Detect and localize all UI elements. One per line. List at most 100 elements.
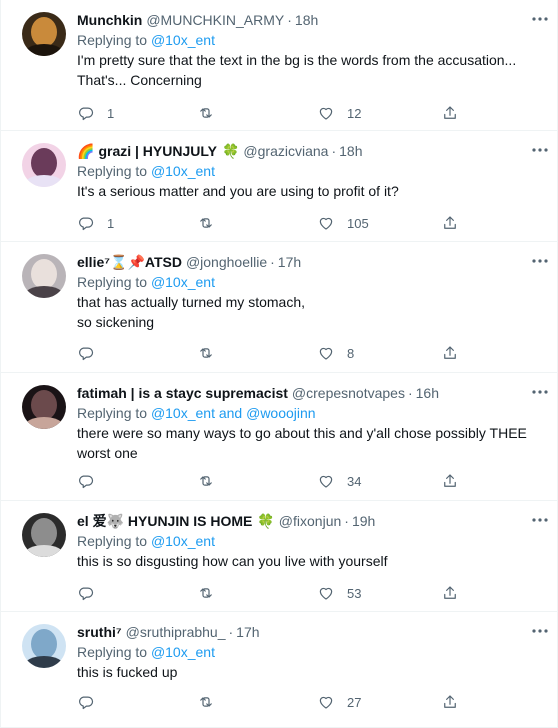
retweet-icon (200, 588, 212, 598)
tweet-text: there were so many ways to go about this… (77, 423, 543, 463)
display-name[interactable]: ellie⁷⌛📌ATSD (77, 254, 182, 271)
like-button[interactable]: 8 (317, 344, 354, 362)
user-handle[interactable]: @fixonjun (279, 513, 341, 529)
more-options-icon[interactable] (531, 143, 549, 155)
replying-to-mentions[interactable]: @10x_ent (151, 533, 215, 549)
reply-button[interactable]: 1 (77, 214, 114, 232)
name-emoji-suffix: 🍀 (257, 513, 275, 529)
like-button[interactable]: 27 (317, 693, 361, 711)
replying-to: Replying to @10x_ent (77, 531, 543, 551)
share-button[interactable] (441, 472, 459, 490)
avatar-image (22, 513, 66, 557)
retweet-button[interactable] (197, 344, 227, 362)
tweet-content: 🌈 grazi | HYUNJULY 🍀 @grazicviana · 18h Re… (77, 141, 543, 201)
replying-to-mentions[interactable]: @10x_ent and @wooojinn (151, 405, 316, 421)
more-options-icon[interactable] (531, 624, 549, 636)
share-icon (444, 474, 456, 487)
tweet-text-line: That's... Concerning (77, 72, 202, 88)
avatar-image (22, 624, 66, 668)
user-handle[interactable]: @MUNCHKIN_ARMY (146, 12, 284, 28)
reply-button[interactable]: 1 (77, 104, 114, 122)
tweet-content: ellie⁷⌛📌ATSD @jonghoellie · 17h Replying… (77, 252, 543, 332)
heart-icon (319, 696, 333, 709)
timestamp[interactable]: 17h (236, 624, 259, 640)
like-button[interactable]: 12 (317, 104, 361, 122)
tweet[interactable]: ellie⁷⌛📌ATSD @jonghoellie · 17h Replying… (1, 242, 557, 373)
reply-button[interactable] (77, 584, 107, 602)
tweet[interactable]: el 爱🐺 HYUNJIN IS HOME 🍀 @fixonjun · 19h R… (1, 501, 557, 612)
tweet-text-line: that has actually turned my stomach, (77, 294, 305, 310)
avatar[interactable] (22, 385, 66, 429)
tweet-header: fatimah | is a stayc supremacist @crepes… (77, 383, 543, 403)
display-name[interactable]: fatimah | is a stayc supremacist (77, 385, 288, 401)
share-button[interactable] (441, 344, 459, 362)
retweet-button[interactable] (197, 214, 227, 232)
avatar[interactable] (22, 513, 66, 557)
user-handle[interactable]: @sruthiprabhu_ (126, 624, 226, 640)
more-options-icon[interactable] (531, 513, 549, 525)
share-icon (444, 216, 456, 229)
tweet[interactable]: 🌈 grazi | HYUNJULY 🍀 @grazicviana · 18h Re… (1, 131, 557, 242)
timestamp[interactable]: 19h (352, 513, 375, 529)
display-name[interactable]: 🌈 grazi | HYUNJULY 🍀 (77, 143, 239, 160)
more-options-icon[interactable] (531, 254, 549, 266)
more-options-icon[interactable] (531, 385, 549, 397)
reply-feed: Munchkin @MUNCHKIN_ARMY · 18h Replying t… (0, 0, 558, 728)
replying-to-mentions[interactable]: @10x_ent (151, 32, 215, 48)
heart-icon (319, 587, 333, 600)
timestamp[interactable]: 16h (416, 385, 439, 401)
reply-button[interactable] (77, 344, 107, 362)
replying-to-mentions[interactable]: @10x_ent (151, 644, 215, 660)
more-options-icon[interactable] (531, 12, 549, 24)
retweet-button[interactable] (197, 104, 227, 122)
share-icon (444, 586, 456, 599)
avatar[interactable] (22, 143, 66, 187)
replying-to-mentions[interactable]: @10x_ent (151, 163, 215, 179)
timestamp[interactable]: 17h (278, 254, 301, 270)
avatar-image (22, 385, 66, 429)
tweet-content: sruthi⁷ @sruthiprabhu_ · 17h Replying to… (77, 622, 543, 682)
user-handle[interactable]: @crepesnotvapes (292, 385, 405, 401)
tweet-actions: 1 105 (77, 214, 543, 232)
like-button[interactable]: 34 (317, 472, 361, 490)
like-button[interactable]: 53 (317, 584, 361, 602)
share-button[interactable] (441, 693, 459, 711)
timestamp[interactable]: 18h (295, 12, 318, 28)
reply-icon (79, 696, 94, 710)
tweet[interactable]: sruthi⁷ @sruthiprabhu_ · 17h Replying to… (1, 612, 557, 728)
replying-to-mentions[interactable]: @10x_ent (151, 274, 215, 290)
share-button[interactable] (441, 214, 459, 232)
reply-button[interactable] (77, 693, 107, 711)
tweet-header: 🌈 grazi | HYUNJULY 🍀 @grazicviana · 18h (77, 141, 543, 161)
heart-icon (319, 347, 333, 360)
tweet-text-line: worst one (77, 445, 138, 461)
tweet-actions: 8 (77, 344, 543, 362)
replying-to-label: Replying to (77, 405, 151, 421)
display-name[interactable]: el 爱🐺 HYUNJIN IS HOME 🍀 (77, 511, 275, 531)
tweet-text: It's a serious matter and you are using … (77, 181, 543, 201)
avatar-image (22, 254, 66, 298)
tweet-text: that has actually turned my stomach, so s… (77, 292, 543, 332)
tweet-content: Munchkin @MUNCHKIN_ARMY · 18h Replying t… (77, 10, 543, 90)
heart-icon (319, 217, 333, 230)
timestamp[interactable]: 18h (339, 143, 362, 159)
share-button[interactable] (441, 104, 459, 122)
tweet[interactable]: fatimah | is a stayc supremacist @crepes… (1, 373, 557, 501)
display-name-text: el 爱🐺 HYUNJIN IS HOME (77, 513, 253, 529)
retweet-button[interactable] (197, 584, 227, 602)
avatar[interactable] (22, 12, 66, 56)
display-name-text: ellie⁷⌛📌ATSD (77, 253, 182, 270)
display-name[interactable]: sruthi⁷ (77, 624, 122, 640)
avatar[interactable] (22, 254, 66, 298)
reply-button[interactable] (77, 472, 107, 490)
tweet[interactable]: Munchkin @MUNCHKIN_ARMY · 18h Replying t… (1, 0, 557, 131)
display-name[interactable]: Munchkin (77, 12, 142, 28)
tweet-text: this is fucked up (77, 662, 543, 682)
avatar[interactable] (22, 624, 66, 668)
user-handle[interactable]: @jonghoellie (186, 254, 267, 270)
retweet-button[interactable] (197, 693, 227, 711)
share-button[interactable] (441, 584, 459, 602)
like-button[interactable]: 105 (317, 214, 369, 232)
user-handle[interactable]: @grazicviana (243, 143, 328, 159)
retweet-button[interactable] (197, 472, 227, 490)
